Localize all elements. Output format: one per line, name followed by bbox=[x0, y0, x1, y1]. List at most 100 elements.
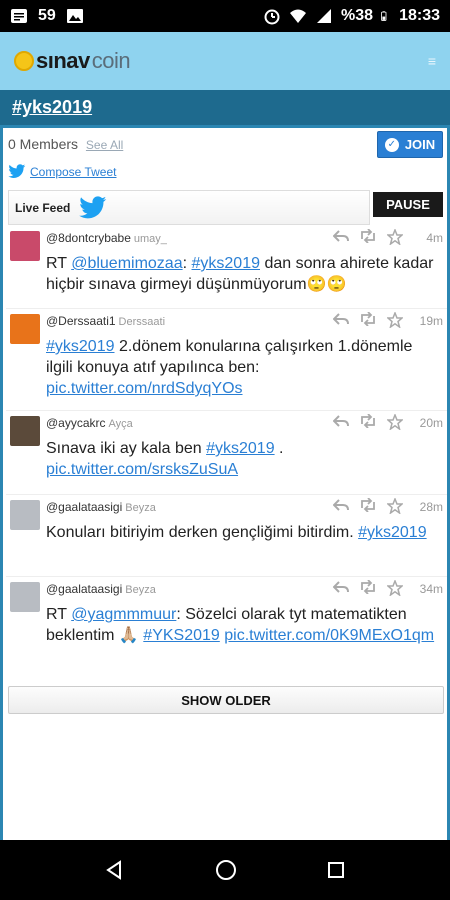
tweet-author[interactable]: @gaalataasigi Beyza bbox=[46, 582, 156, 596]
members-count: 0 Members See All bbox=[8, 136, 124, 152]
retweet-icon[interactable] bbox=[359, 228, 377, 250]
tweet-link[interactable]: pic.twitter.com/0K9MExO1qm bbox=[224, 627, 434, 644]
tweet-text-segment: RT bbox=[46, 255, 72, 272]
hashtag-bar: #yks2019 bbox=[0, 90, 450, 128]
pause-button[interactable]: PAUSE bbox=[373, 192, 443, 217]
reply-icon[interactable] bbox=[332, 414, 349, 435]
tweet-text-segment: . bbox=[274, 440, 284, 457]
check-icon: ✓ bbox=[384, 137, 399, 152]
show-older-button[interactable]: SHOW OLDER bbox=[8, 686, 444, 714]
tweet-time[interactable]: 19m bbox=[420, 314, 443, 328]
retweet-icon[interactable] bbox=[359, 413, 377, 435]
menu-icon[interactable]: ≡ bbox=[428, 53, 436, 69]
tweet-author[interactable]: @gaalataasigi Beyza bbox=[46, 500, 156, 514]
screen-name: @ayycakrc bbox=[46, 416, 106, 430]
retweet-icon[interactable] bbox=[359, 311, 377, 333]
coin-icon bbox=[14, 51, 34, 71]
twitter-bird-icon bbox=[79, 195, 107, 218]
tweet-author[interactable]: @Derssaati1 Derssaati bbox=[46, 314, 165, 328]
notification-count: 59 bbox=[38, 7, 56, 24]
tweet-actions bbox=[332, 496, 404, 519]
avatar[interactable] bbox=[10, 582, 40, 612]
tweet-author[interactable]: @ayycakrc Ayça bbox=[46, 416, 133, 430]
screen-name: @gaalataasigi bbox=[46, 582, 123, 596]
tweet-actions bbox=[332, 310, 404, 333]
tweet-link[interactable]: #yks2019 bbox=[206, 440, 275, 457]
tweet-item: @gaalataasigi Beyza 34m RT @yagmmmuur: Söze… bbox=[6, 576, 447, 676]
app-header: sınav coin ≡ bbox=[0, 32, 450, 90]
system-nav-bar bbox=[0, 840, 450, 900]
favorite-icon[interactable] bbox=[386, 496, 404, 519]
favorite-icon[interactable] bbox=[386, 578, 404, 601]
tweet-link[interactable]: pic.twitter.com/nrdSdyqYOs bbox=[46, 380, 243, 397]
tweet-link[interactable]: @bluemimozaa bbox=[71, 255, 182, 272]
tweet-text-segment: RT bbox=[46, 606, 72, 623]
tweet-divider bbox=[6, 576, 447, 577]
image-icon bbox=[66, 9, 83, 23]
reply-icon[interactable] bbox=[332, 498, 349, 519]
back-icon[interactable] bbox=[105, 860, 125, 880]
favorite-icon[interactable] bbox=[386, 412, 404, 435]
tweet-item: @8dontcrybabe umay_ 4m RT @bluemimozaa: #yk… bbox=[6, 225, 447, 308]
real-name: umay_ bbox=[133, 233, 167, 245]
tweet-divider bbox=[6, 410, 447, 411]
reply-icon[interactable] bbox=[332, 312, 349, 333]
tweet-author[interactable]: @8dontcrybabe umay_ bbox=[46, 231, 167, 245]
tweet-text: RT @bluemimozaa: #yks2019 dan sonra ahir… bbox=[46, 253, 438, 295]
recents-icon[interactable] bbox=[327, 861, 345, 879]
retweet-icon[interactable] bbox=[359, 579, 377, 601]
real-name: Beyza bbox=[125, 584, 156, 596]
tweet-link[interactable]: #yks2019 bbox=[192, 255, 261, 272]
hashtag-link[interactable]: #yks2019 bbox=[12, 97, 92, 118]
tweet-link[interactable]: pic.twitter.com/srsksZuSuA bbox=[46, 461, 238, 478]
real-name: Derssaati bbox=[118, 316, 166, 328]
tweet-link[interactable]: #yks2019 bbox=[358, 524, 427, 541]
reply-icon[interactable] bbox=[332, 229, 349, 250]
tweet-item: @gaalataasigi Beyza 28m Konuları bitiriyim … bbox=[6, 494, 447, 576]
alarm-icon bbox=[264, 9, 280, 25]
status-bar: 59 %38 18:33 bbox=[0, 0, 450, 32]
wifi-icon bbox=[290, 9, 307, 23]
see-all-link[interactable]: See All bbox=[86, 138, 123, 152]
tweet-item: @Derssaati1 Derssaati 19m #yks2019 2.dönem … bbox=[6, 308, 447, 410]
tweet-link[interactable]: #YKS2019 bbox=[143, 627, 220, 644]
compose-tweet-link[interactable]: Compose Tweet bbox=[8, 164, 117, 179]
avatar[interactable] bbox=[10, 416, 40, 446]
tweet-time[interactable]: 4m bbox=[426, 231, 443, 245]
home-icon[interactable] bbox=[215, 859, 237, 881]
tweet-text: #yks2019 2.dönem konularına çalışırken 1… bbox=[46, 336, 438, 399]
avatar[interactable] bbox=[10, 231, 40, 261]
tweet-text: Sınava iki ay kala ben #yks2019 . pic.tw… bbox=[46, 438, 438, 480]
reply-icon[interactable] bbox=[332, 580, 349, 601]
favorite-icon[interactable] bbox=[386, 227, 404, 250]
screen-name: @Derssaati1 bbox=[46, 314, 116, 328]
twitter-bird-icon bbox=[8, 164, 26, 178]
live-feed-header: Live Feed bbox=[8, 190, 370, 225]
live-feed-label: Live Feed bbox=[15, 200, 71, 215]
battery-icon bbox=[381, 11, 387, 21]
avatar[interactable] bbox=[10, 500, 40, 530]
real-name: Beyza bbox=[125, 502, 156, 514]
tweet-actions bbox=[332, 412, 404, 435]
tweet-time[interactable]: 20m bbox=[420, 416, 443, 430]
tweet-link[interactable]: @yagmmmuur bbox=[71, 606, 176, 623]
sinavcoin-logo[interactable]: sınav coin bbox=[14, 48, 131, 74]
tweet-time[interactable]: 34m bbox=[420, 582, 443, 596]
main-content: 0 Members See All ✓ JOIN Compose Tweet L… bbox=[0, 128, 450, 840]
tweet-time[interactable]: 28m bbox=[420, 500, 443, 514]
tweet-text-segment: : bbox=[182, 255, 192, 272]
favorite-icon[interactable] bbox=[386, 310, 404, 333]
tweet-text: RT @yagmmmuur: Sözelci olarak tyt matema… bbox=[46, 604, 438, 646]
tweet-divider bbox=[6, 308, 447, 309]
clock: 18:33 bbox=[399, 7, 440, 24]
tweet-link[interactable]: #yks2019 bbox=[46, 338, 115, 355]
avatar[interactable] bbox=[10, 314, 40, 344]
tweet-text-segment: Sınava iki ay kala ben bbox=[46, 440, 207, 457]
tweet-actions bbox=[332, 227, 404, 250]
tweet-divider bbox=[6, 494, 447, 495]
tweet-text-segment: Konuları bitiriyim derken gençliğimi bit… bbox=[46, 524, 359, 541]
retweet-icon[interactable] bbox=[359, 497, 377, 519]
tweet-text: Konuları bitiriyim derken gençliğimi bit… bbox=[46, 522, 438, 543]
tweet-actions bbox=[332, 578, 404, 601]
join-button[interactable]: ✓ JOIN bbox=[377, 131, 443, 158]
